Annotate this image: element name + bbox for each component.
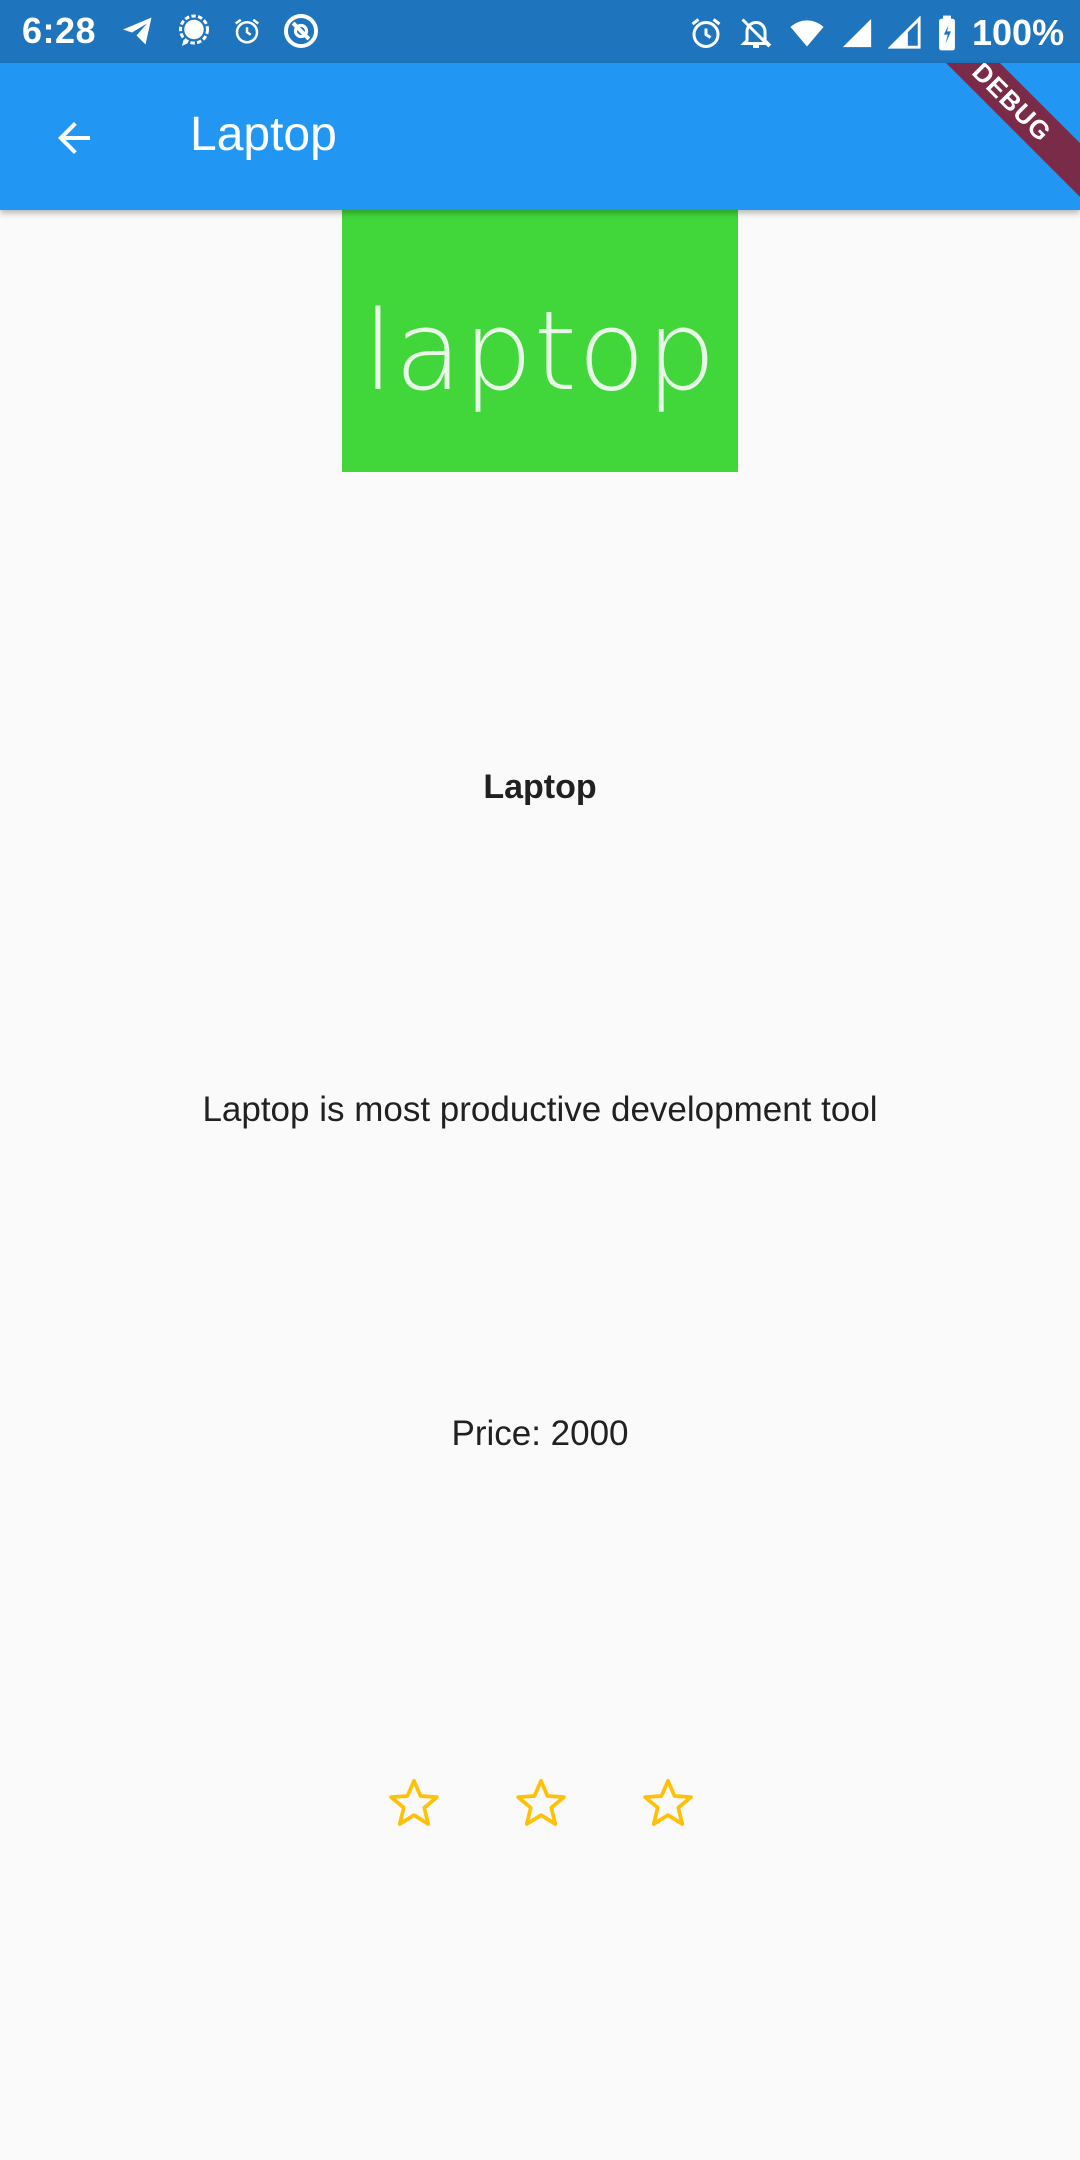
status-bar: 6:28 100% [0, 0, 1080, 63]
debug-banner-label: DEBUG [930, 63, 1080, 208]
status-right-icons: 100% [688, 12, 1064, 54]
star-outline-icon[interactable] [640, 1775, 696, 1831]
cell-signal-icon [840, 16, 874, 50]
star-outline-icon[interactable] [386, 1775, 442, 1831]
alarm-icon [688, 15, 724, 51]
telegram-icon [120, 13, 156, 49]
product-description: Laptop is most productive development to… [202, 1090, 878, 1129]
rating-stars [386, 1775, 696, 1831]
status-left-icons [120, 12, 320, 50]
status-time: 6:28 [22, 10, 97, 51]
product-image-text: laptop [362, 287, 718, 415]
battery-level: 100% [972, 12, 1065, 53]
debug-banner: DEBUG [930, 63, 1080, 213]
signal-icon [176, 13, 212, 49]
back-button[interactable] [34, 103, 114, 173]
product-name: Laptop [483, 768, 597, 806]
star-outline-icon[interactable] [513, 1775, 569, 1831]
alarm-small-icon [232, 16, 262, 46]
page-title: Laptop [190, 108, 337, 161]
cell-signal-2-icon [888, 16, 922, 50]
app-bar: Laptop [0, 63, 1080, 210]
arrow-back-icon [58, 122, 90, 154]
notifications-off-icon [738, 15, 774, 51]
app-icon [282, 12, 320, 50]
product-price: Price: 2000 [451, 1414, 629, 1453]
product-image: laptop [342, 210, 738, 472]
wifi-icon [788, 15, 826, 51]
battery-icon [936, 14, 958, 52]
